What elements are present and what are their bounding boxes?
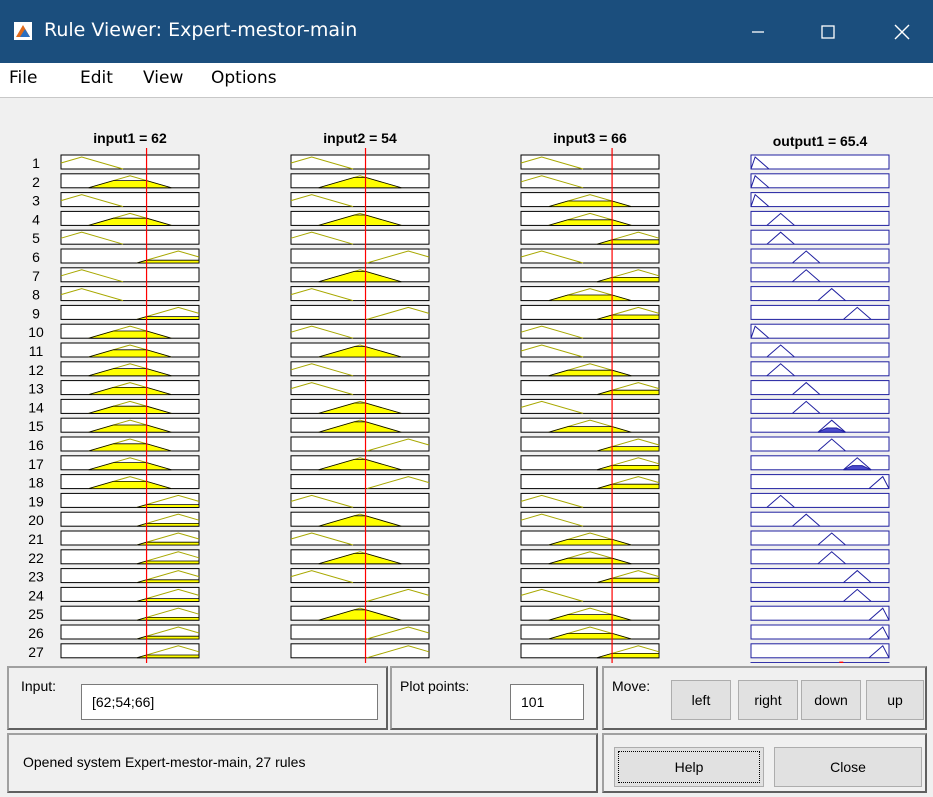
- output-rule-box: [750, 474, 890, 490]
- rule-number: 19: [28, 493, 44, 509]
- minimize-icon: [752, 30, 764, 33]
- output-rule-box: [750, 210, 890, 226]
- move-left-button[interactable]: left: [671, 680, 731, 720]
- rule-number: 11: [29, 343, 44, 359]
- rule-number: 8: [32, 287, 40, 303]
- output-rule-box: [750, 323, 890, 339]
- output-rule-box: [750, 380, 890, 396]
- move-up-button[interactable]: up: [866, 680, 924, 720]
- minimize-button[interactable]: [727, 0, 789, 63]
- plot-points-label: Plot points:: [400, 678, 470, 694]
- rule-number: 23: [28, 569, 44, 585]
- rule-number: 21: [28, 531, 44, 547]
- rule-plot-area: input1 = 62 input2 = 54 input3 = 66 output1…: [0, 98, 933, 678]
- maximize-icon: [821, 24, 835, 39]
- title-bar: Rule Viewer: Expert-mestor-main: [0, 0, 933, 63]
- move-label: Move:: [612, 678, 651, 694]
- input-panel: Input: [62;54;66]: [7, 666, 388, 730]
- rule-number: 16: [28, 437, 44, 453]
- rule-number: 13: [28, 381, 44, 397]
- menu-options[interactable]: Options: [211, 68, 277, 88]
- output-rule-box: [750, 605, 890, 621]
- output-rule-box: [750, 229, 890, 245]
- output-rule-box: [750, 624, 890, 640]
- output-rule-box: [750, 248, 890, 264]
- move-panel: Move: left right down up: [602, 666, 927, 730]
- close-window-button[interactable]: [871, 0, 933, 63]
- rule-number: 7: [32, 268, 40, 284]
- output-centroid-marker: [839, 661, 844, 666]
- menu-edit[interactable]: Edit: [80, 68, 113, 88]
- input-label: Input:: [21, 678, 57, 694]
- column-title-2: input2 = 54: [323, 130, 397, 146]
- rule-number: 14: [28, 399, 44, 415]
- menu-bar: File Edit View Options: [0, 63, 933, 98]
- rule-viewer-plot[interactable]: input1 = 62 input2 = 54 input3 = 66 output1…: [0, 98, 933, 678]
- rule-number: 9: [32, 305, 40, 321]
- plot-points-field[interactable]: 101: [510, 684, 584, 720]
- close-button[interactable]: Close: [774, 747, 922, 787]
- menu-view[interactable]: View: [143, 68, 183, 88]
- rule-number: 20: [28, 512, 44, 528]
- column-title-3: input3 = 66: [553, 130, 627, 146]
- move-right-button[interactable]: right: [738, 680, 798, 720]
- output-rule-box: [750, 267, 890, 283]
- rule-number: 2: [32, 174, 40, 190]
- rule-number: 6: [32, 249, 40, 265]
- rule-number: 1: [32, 155, 40, 171]
- rule-number: 5: [32, 230, 40, 246]
- rule-number: 4: [32, 211, 40, 227]
- status-text: Opened system Expert-mestor-main, 27 rul…: [23, 754, 306, 770]
- plot-points-panel: Plot points: 101: [390, 666, 598, 730]
- output-rule-box: [750, 342, 890, 358]
- output-rule-box: [750, 398, 890, 414]
- menu-file[interactable]: File: [9, 68, 37, 88]
- rule-number: 15: [28, 418, 44, 434]
- column-title-4: output1 = 65.4: [773, 133, 868, 149]
- rule-number: 18: [28, 475, 44, 491]
- help-button[interactable]: Help: [614, 747, 764, 787]
- output-rule-box: [750, 361, 890, 377]
- close-icon: [894, 24, 910, 39]
- rule-number: 27: [28, 644, 44, 660]
- output-rule-box: [750, 643, 890, 659]
- maximize-button[interactable]: [797, 0, 859, 63]
- output-rule-box: [750, 154, 890, 170]
- rule-number: 24: [28, 587, 44, 603]
- move-down-button[interactable]: down: [801, 680, 861, 720]
- status-panel: Opened system Expert-mestor-main, 27 rul…: [7, 733, 598, 793]
- matlab-icon: [14, 22, 32, 40]
- output-rule-box: [750, 492, 890, 508]
- rule-number: 12: [28, 362, 44, 378]
- rule-number: 3: [32, 193, 40, 209]
- output-rule-box: [750, 173, 890, 189]
- column-title-1: input1 = 62: [93, 130, 167, 146]
- output-rule-box: [750, 511, 890, 527]
- output-rule-box: [750, 192, 890, 208]
- rule-number: 25: [28, 606, 44, 622]
- window-title: Rule Viewer: Expert-mestor-main: [44, 19, 358, 41]
- action-panel: Help Close: [602, 733, 927, 793]
- rule-number: 22: [28, 550, 44, 566]
- rule-number: 26: [28, 625, 44, 641]
- rule-number: 17: [28, 456, 44, 472]
- rule-number: 10: [28, 324, 44, 340]
- input-field[interactable]: [62;54;66]: [81, 684, 378, 720]
